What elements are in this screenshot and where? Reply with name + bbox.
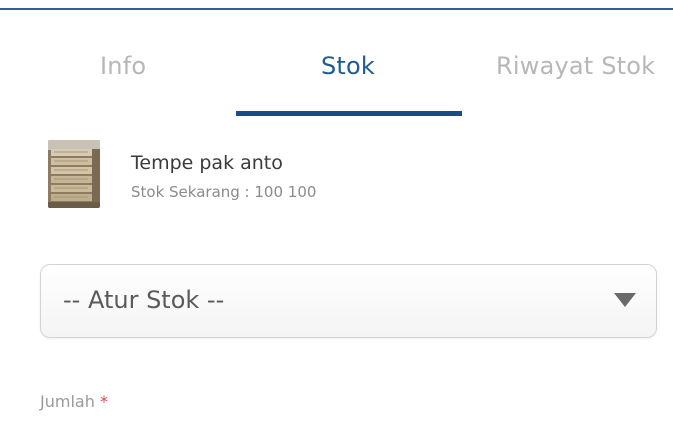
stock-page: Info Stok Riwayat Stok Tempe pak anto St… xyxy=(0,0,673,423)
stock-action-selected-value: -- Atur Stok -- xyxy=(63,286,225,314)
current-stock-text: Stok Sekarang : 100 100 xyxy=(131,183,317,201)
tab-bar: Info Stok Riwayat Stok xyxy=(0,40,673,120)
active-tab-indicator xyxy=(236,111,462,116)
product-name: Tempe pak anto xyxy=(131,152,283,174)
caret-down-icon xyxy=(614,293,636,307)
product-photo-icon xyxy=(48,140,100,208)
tab-stok[interactable]: Stok xyxy=(321,52,375,80)
header-divider xyxy=(0,8,673,10)
required-indicator: * xyxy=(99,392,108,411)
tab-info[interactable]: Info xyxy=(100,52,146,80)
stock-action-select[interactable]: -- Atur Stok -- xyxy=(40,264,657,338)
quantity-label: Jumlah * xyxy=(40,392,108,411)
quantity-label-text: Jumlah xyxy=(40,392,95,411)
tab-riwayat-stok[interactable]: Riwayat Stok xyxy=(496,52,655,80)
product-summary: Tempe pak anto Stok Sekarang : 100 100 xyxy=(48,140,648,210)
product-thumbnail xyxy=(48,140,100,208)
